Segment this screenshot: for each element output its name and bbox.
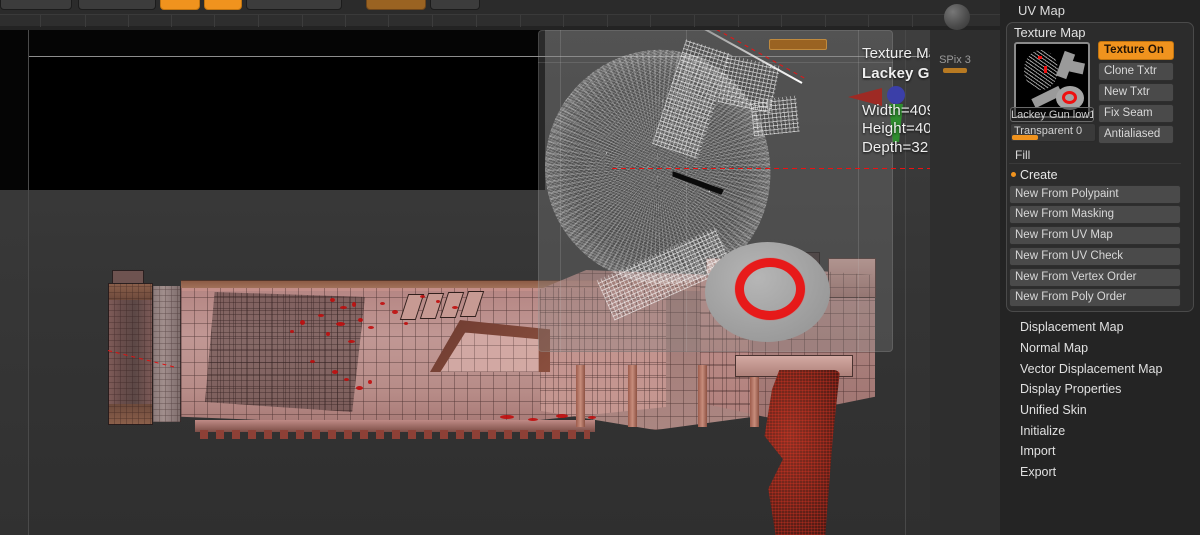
antialiased-button[interactable]: Antialiased — [1098, 125, 1174, 144]
displacement-map-item[interactable]: Displacement Map — [1020, 320, 1124, 334]
new-from-uv-map-button[interactable]: New From UV Map — [1009, 226, 1181, 245]
new-from-uv-check-button[interactable]: New From UV Check — [1009, 247, 1181, 266]
thumb-uv-ring — [1062, 91, 1077, 104]
toolbar-button-row — [0, 0, 1000, 12]
gun-leg-3 — [698, 365, 707, 427]
clone-txtr-button[interactable]: Clone Txtr — [1098, 62, 1174, 81]
display-properties-item[interactable]: Display Properties — [1020, 382, 1121, 396]
import-item[interactable]: Import — [1020, 444, 1055, 458]
spix-label[interactable]: SPix 3 — [932, 54, 978, 66]
gun-muzzle — [108, 283, 153, 425]
toolbar-btn-1[interactable] — [0, 0, 72, 10]
toolbar-btn-6[interactable] — [366, 0, 426, 10]
overlay-divider-3 — [858, 30, 859, 352]
normal-map-item[interactable]: Normal Map — [1020, 341, 1088, 355]
export-item[interactable]: Export — [1020, 465, 1056, 479]
toolbar-tick-row — [0, 14, 1000, 28]
fill-item[interactable]: Fill — [1009, 146, 1181, 164]
transparent-slider-fill[interactable] — [1012, 135, 1038, 140]
overlay-divider-2 — [686, 30, 687, 352]
unified-skin-item[interactable]: Unified Skin — [1020, 403, 1087, 417]
new-from-masking-button[interactable]: New From Masking — [1009, 205, 1181, 224]
gun-underside-teeth — [200, 430, 590, 439]
canvas-viewport[interactable]: Texture Map Lackey Gun low15 Width=4096 … — [0, 30, 1000, 535]
toolbar-btn-5[interactable] — [246, 0, 342, 10]
texture-active-marker[interactable] — [769, 39, 827, 50]
fix-seam-button[interactable]: Fix Seam — [1098, 104, 1174, 123]
material-sphere-icon[interactable] — [944, 4, 970, 30]
initialize-item[interactable]: Initialize — [1020, 424, 1065, 438]
thumb-uv-strip-2 — [1069, 60, 1085, 75]
new-from-vertex-order-button[interactable]: New From Vertex Order — [1009, 268, 1181, 287]
panel-title: UV Map — [1018, 3, 1065, 18]
gun-leg-1 — [576, 365, 585, 427]
texture-preview-overlay[interactable] — [538, 30, 893, 352]
toolbar-btn-4[interactable] — [204, 0, 242, 10]
toolbar-btn-7[interactable] — [430, 0, 480, 10]
toolbar-btn-2[interactable] — [78, 0, 156, 10]
texture-on-button[interactable]: Texture On — [1098, 41, 1174, 60]
gun-shadow-left — [205, 292, 365, 412]
zbrush-window: Texture Map Lackey Gun low15 Width=4096 … — [0, 0, 1200, 535]
overlay-rule-1 — [538, 62, 893, 63]
right-vertical-toolbar: SPix 3 ✋ Scroll 🔍 Zoom 🔍 Actual 🔍 AAHalf… — [930, 4, 1000, 535]
gun-leg-2 — [628, 365, 637, 427]
transparent-slider[interactable]: Transparent 0 — [1010, 123, 1096, 142]
new-from-polypaint-button[interactable]: New From Polypaint — [1009, 185, 1181, 204]
toolbar-btn-3[interactable] — [160, 0, 200, 10]
texture-map-section-title: Texture Map — [1014, 25, 1086, 40]
overlay-divider-1 — [560, 30, 561, 352]
new-txtr-button[interactable]: New Txtr — [1098, 83, 1174, 102]
spix-slider-fill[interactable] — [943, 68, 967, 73]
new-from-poly-order-button[interactable]: New From Poly Order — [1009, 288, 1181, 307]
gun-collar — [153, 286, 181, 422]
thumbnail-label: Lackey Gun low1 — [1010, 107, 1094, 122]
top-toolbar — [0, 0, 1000, 30]
create-item[interactable]: Create — [1009, 166, 1181, 184]
vector-displacement-map-item[interactable]: Vector Displacement Map — [1020, 362, 1162, 376]
